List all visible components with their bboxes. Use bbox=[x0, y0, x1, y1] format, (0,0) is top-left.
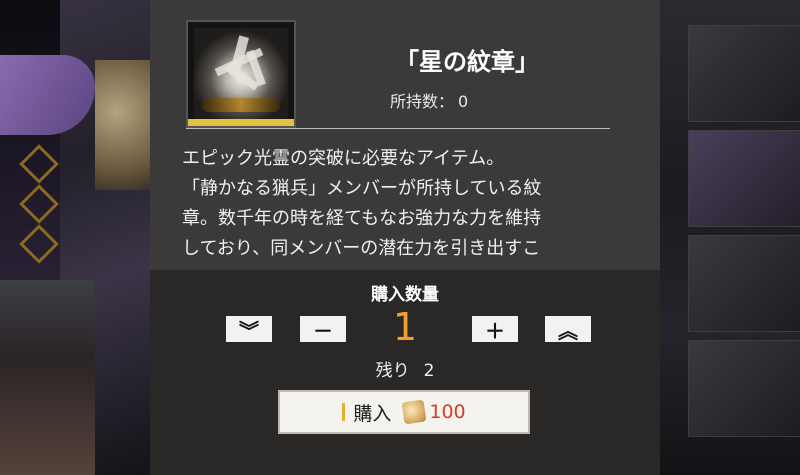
star-crest-icon bbox=[194, 28, 288, 120]
shop-item-card bbox=[688, 235, 800, 332]
item-description[interactable]: エピック光霊の突破に必要なアイテム。 「静かなる猟兵」メンバーが所持している紋 … bbox=[182, 144, 622, 264]
desk bbox=[0, 280, 95, 475]
minus-icon: － bbox=[313, 318, 333, 343]
quantity-decrease-button[interactable]: － bbox=[300, 316, 346, 343]
remaining-label: 残り bbox=[375, 361, 410, 381]
double-chevron-down-icon: ︾ bbox=[239, 318, 259, 343]
coin-icon bbox=[401, 399, 427, 425]
purchase-price: 100 bbox=[429, 401, 466, 423]
description-line: 章。数千年の時を経てもなお強力な力を維持 bbox=[182, 208, 542, 229]
owned-label: 所持数： bbox=[390, 92, 455, 111]
shop-item-card bbox=[688, 340, 800, 437]
owned-value: 0 bbox=[458, 92, 469, 111]
remaining-stock: 残り 2 bbox=[150, 356, 660, 381]
background-character-art bbox=[0, 0, 150, 475]
item-thumbnail bbox=[186, 20, 296, 128]
quantity-title: 購入数量 bbox=[371, 285, 439, 305]
background-shop-list bbox=[660, 0, 800, 475]
remaining-value: 2 bbox=[423, 361, 435, 381]
item-name: 「星の紋章」 bbox=[395, 48, 539, 76]
quantity-min-button[interactable]: ︾ bbox=[226, 316, 272, 343]
purchase-label: 購入 bbox=[353, 402, 392, 425]
shop-item-card bbox=[688, 130, 800, 227]
button-accent-mark bbox=[342, 403, 346, 421]
quantity-increase-button[interactable]: ＋ bbox=[472, 316, 518, 343]
quantity-value: 1 bbox=[392, 305, 418, 349]
description-line: エピック光霊の突破に必要なアイテム。 bbox=[182, 148, 505, 169]
quantity-max-button[interactable]: ︽ bbox=[545, 316, 591, 343]
double-chevron-up-icon: ︽ bbox=[558, 318, 578, 343]
description-line: 「静かなる猟兵」メンバーが所持している紋 bbox=[182, 178, 542, 199]
character-sleeve bbox=[0, 55, 95, 135]
shop-item-card bbox=[688, 25, 800, 122]
purchase-dialog: 「星の紋章」 所持数： 0 エピック光霊の突破に必要なアイテム。 「静かなる猟兵」… bbox=[150, 0, 660, 475]
purchase-button[interactable]: 購入 100 bbox=[278, 390, 530, 434]
coin-pile bbox=[95, 60, 150, 190]
rarity-bar bbox=[188, 119, 294, 126]
divider bbox=[186, 128, 610, 129]
plus-icon: ＋ bbox=[485, 318, 505, 343]
description-line: しており、同メンバーの潜在力を引き出すこ bbox=[182, 238, 541, 259]
owned-count: 所持数： 0 bbox=[390, 88, 468, 112]
